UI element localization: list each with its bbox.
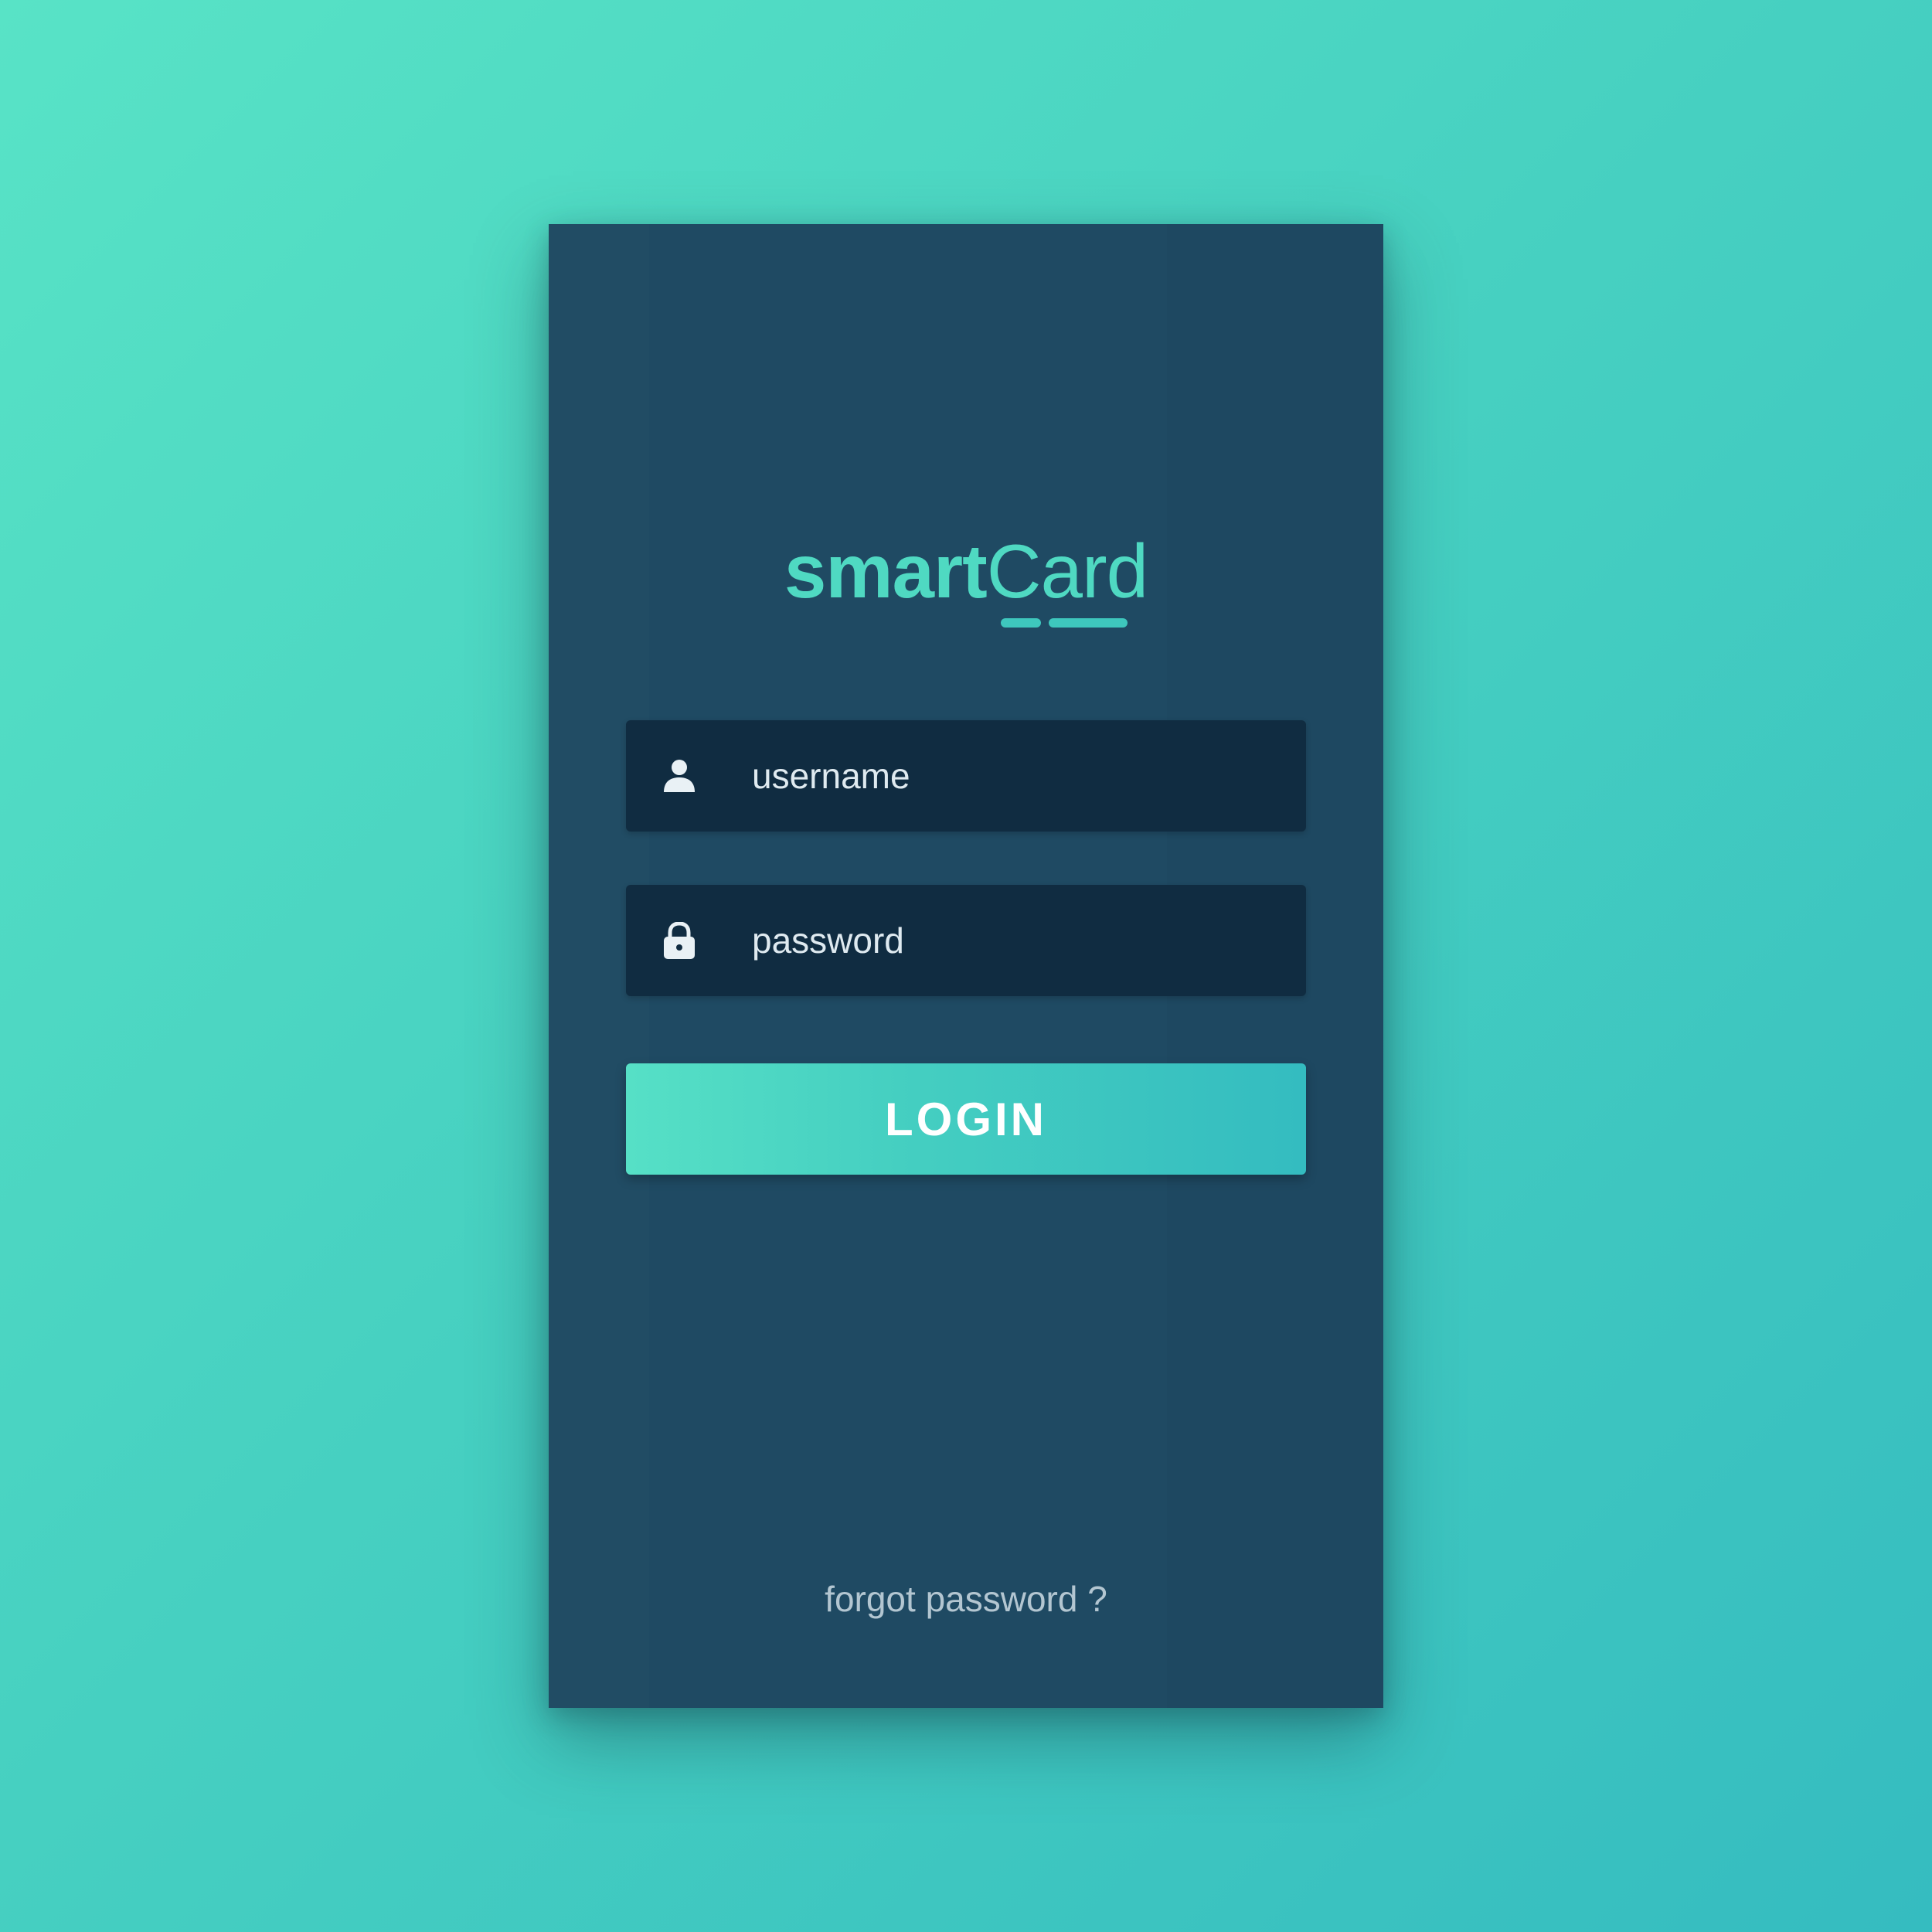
logo-word-card: Card [986,529,1148,614]
logo-word-smart: smart [784,529,988,614]
password-field[interactable] [626,885,1306,996]
logo-underline-short [1001,618,1041,628]
password-input[interactable] [752,885,1285,996]
login-card: smartCard LOGIN forgot password ? [549,224,1383,1708]
forgot-password-link[interactable]: forgot password ? [549,1578,1383,1620]
user-icon [664,760,695,792]
username-field[interactable] [626,720,1306,832]
login-button[interactable]: LOGIN [626,1063,1306,1175]
lock-icon [664,922,695,959]
app-logo: smartCard [549,533,1383,609]
username-input[interactable] [752,720,1285,832]
logo-underline-long [1049,618,1128,628]
